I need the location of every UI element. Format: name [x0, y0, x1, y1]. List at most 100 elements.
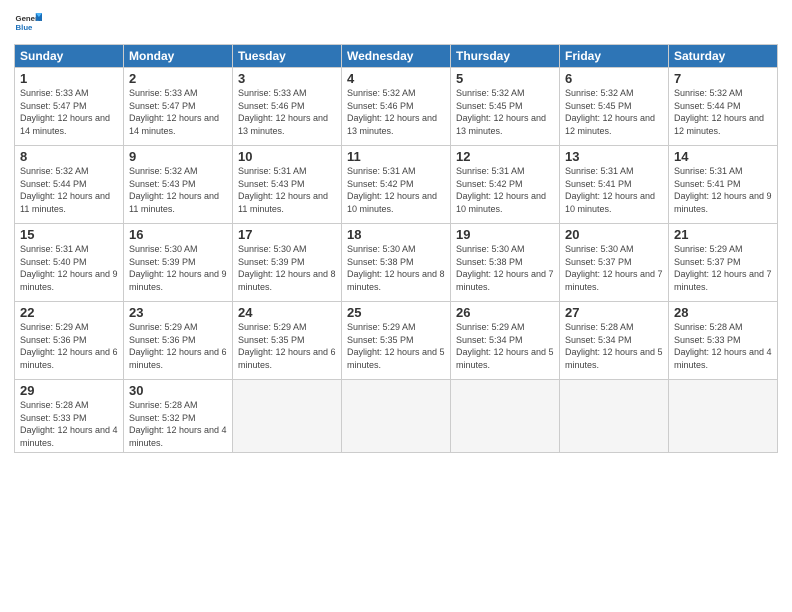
calendar-cell [669, 380, 778, 453]
calendar-cell: 11Sunrise: 5:31 AMSunset: 5:42 PMDayligh… [342, 146, 451, 224]
calendar-week-row: 1Sunrise: 5:33 AMSunset: 5:47 PMDaylight… [15, 68, 778, 146]
day-number: 9 [129, 149, 227, 164]
day-info: Sunrise: 5:31 AMSunset: 5:42 PMDaylight:… [347, 165, 445, 215]
calendar-cell: 20Sunrise: 5:30 AMSunset: 5:37 PMDayligh… [560, 224, 669, 302]
day-number: 21 [674, 227, 772, 242]
calendar-cell: 2Sunrise: 5:33 AMSunset: 5:47 PMDaylight… [124, 68, 233, 146]
day-number: 27 [565, 305, 663, 320]
day-info: Sunrise: 5:32 AMSunset: 5:45 PMDaylight:… [456, 87, 554, 137]
calendar-week-row: 29Sunrise: 5:28 AMSunset: 5:33 PMDayligh… [15, 380, 778, 453]
header: General Blue [14, 10, 778, 38]
day-number: 2 [129, 71, 227, 86]
logo-icon: General Blue [14, 10, 42, 38]
day-number: 18 [347, 227, 445, 242]
day-number: 14 [674, 149, 772, 164]
header-friday: Friday [560, 45, 669, 68]
day-info: Sunrise: 5:31 AMSunset: 5:41 PMDaylight:… [674, 165, 772, 215]
day-info: Sunrise: 5:28 AMSunset: 5:32 PMDaylight:… [129, 399, 227, 449]
calendar-cell: 7Sunrise: 5:32 AMSunset: 5:44 PMDaylight… [669, 68, 778, 146]
day-info: Sunrise: 5:31 AMSunset: 5:43 PMDaylight:… [238, 165, 336, 215]
calendar-cell: 27Sunrise: 5:28 AMSunset: 5:34 PMDayligh… [560, 302, 669, 380]
calendar-cell [342, 380, 451, 453]
calendar-cell: 23Sunrise: 5:29 AMSunset: 5:36 PMDayligh… [124, 302, 233, 380]
day-number: 16 [129, 227, 227, 242]
calendar-cell [560, 380, 669, 453]
logo: General Blue [14, 10, 42, 38]
day-number: 7 [674, 71, 772, 86]
day-info: Sunrise: 5:31 AMSunset: 5:42 PMDaylight:… [456, 165, 554, 215]
calendar-week-row: 15Sunrise: 5:31 AMSunset: 5:40 PMDayligh… [15, 224, 778, 302]
day-info: Sunrise: 5:30 AMSunset: 5:39 PMDaylight:… [238, 243, 336, 293]
day-info: Sunrise: 5:33 AMSunset: 5:46 PMDaylight:… [238, 87, 336, 137]
day-number: 15 [20, 227, 118, 242]
day-info: Sunrise: 5:29 AMSunset: 5:37 PMDaylight:… [674, 243, 772, 293]
calendar-cell: 19Sunrise: 5:30 AMSunset: 5:38 PMDayligh… [451, 224, 560, 302]
calendar-cell: 3Sunrise: 5:33 AMSunset: 5:46 PMDaylight… [233, 68, 342, 146]
day-info: Sunrise: 5:29 AMSunset: 5:35 PMDaylight:… [238, 321, 336, 371]
calendar-cell: 12Sunrise: 5:31 AMSunset: 5:42 PMDayligh… [451, 146, 560, 224]
day-number: 30 [129, 383, 227, 398]
calendar-cell: 14Sunrise: 5:31 AMSunset: 5:41 PMDayligh… [669, 146, 778, 224]
day-info: Sunrise: 5:30 AMSunset: 5:38 PMDaylight:… [456, 243, 554, 293]
day-info: Sunrise: 5:30 AMSunset: 5:37 PMDaylight:… [565, 243, 663, 293]
day-number: 4 [347, 71, 445, 86]
calendar-cell: 5Sunrise: 5:32 AMSunset: 5:45 PMDaylight… [451, 68, 560, 146]
day-number: 20 [565, 227, 663, 242]
day-info: Sunrise: 5:32 AMSunset: 5:44 PMDaylight:… [20, 165, 118, 215]
calendar-cell: 21Sunrise: 5:29 AMSunset: 5:37 PMDayligh… [669, 224, 778, 302]
calendar-cell: 8Sunrise: 5:32 AMSunset: 5:44 PMDaylight… [15, 146, 124, 224]
header-tuesday: Tuesday [233, 45, 342, 68]
day-info: Sunrise: 5:29 AMSunset: 5:36 PMDaylight:… [129, 321, 227, 371]
day-info: Sunrise: 5:32 AMSunset: 5:45 PMDaylight:… [565, 87, 663, 137]
day-number: 6 [565, 71, 663, 86]
day-info: Sunrise: 5:30 AMSunset: 5:38 PMDaylight:… [347, 243, 445, 293]
calendar-cell: 28Sunrise: 5:28 AMSunset: 5:33 PMDayligh… [669, 302, 778, 380]
calendar-table: SundayMondayTuesdayWednesdayThursdayFrid… [14, 44, 778, 453]
calendar-cell: 29Sunrise: 5:28 AMSunset: 5:33 PMDayligh… [15, 380, 124, 453]
day-info: Sunrise: 5:29 AMSunset: 5:34 PMDaylight:… [456, 321, 554, 371]
day-info: Sunrise: 5:33 AMSunset: 5:47 PMDaylight:… [20, 87, 118, 137]
calendar-cell: 10Sunrise: 5:31 AMSunset: 5:43 PMDayligh… [233, 146, 342, 224]
day-info: Sunrise: 5:31 AMSunset: 5:41 PMDaylight:… [565, 165, 663, 215]
day-info: Sunrise: 5:33 AMSunset: 5:47 PMDaylight:… [129, 87, 227, 137]
calendar-cell: 9Sunrise: 5:32 AMSunset: 5:43 PMDaylight… [124, 146, 233, 224]
day-number: 17 [238, 227, 336, 242]
day-info: Sunrise: 5:29 AMSunset: 5:36 PMDaylight:… [20, 321, 118, 371]
day-info: Sunrise: 5:32 AMSunset: 5:43 PMDaylight:… [129, 165, 227, 215]
calendar-cell: 1Sunrise: 5:33 AMSunset: 5:47 PMDaylight… [15, 68, 124, 146]
day-info: Sunrise: 5:32 AMSunset: 5:46 PMDaylight:… [347, 87, 445, 137]
calendar-cell: 17Sunrise: 5:30 AMSunset: 5:39 PMDayligh… [233, 224, 342, 302]
calendar-cell: 13Sunrise: 5:31 AMSunset: 5:41 PMDayligh… [560, 146, 669, 224]
header-saturday: Saturday [669, 45, 778, 68]
day-info: Sunrise: 5:29 AMSunset: 5:35 PMDaylight:… [347, 321, 445, 371]
calendar-header-row: SundayMondayTuesdayWednesdayThursdayFrid… [15, 45, 778, 68]
calendar-cell: 16Sunrise: 5:30 AMSunset: 5:39 PMDayligh… [124, 224, 233, 302]
day-number: 11 [347, 149, 445, 164]
calendar-cell: 15Sunrise: 5:31 AMSunset: 5:40 PMDayligh… [15, 224, 124, 302]
calendar-cell [233, 380, 342, 453]
day-number: 10 [238, 149, 336, 164]
calendar-cell: 4Sunrise: 5:32 AMSunset: 5:46 PMDaylight… [342, 68, 451, 146]
day-number: 13 [565, 149, 663, 164]
calendar-cell: 22Sunrise: 5:29 AMSunset: 5:36 PMDayligh… [15, 302, 124, 380]
header-monday: Monday [124, 45, 233, 68]
calendar-cell: 18Sunrise: 5:30 AMSunset: 5:38 PMDayligh… [342, 224, 451, 302]
day-number: 8 [20, 149, 118, 164]
calendar-cell: 30Sunrise: 5:28 AMSunset: 5:32 PMDayligh… [124, 380, 233, 453]
header-wednesday: Wednesday [342, 45, 451, 68]
header-thursday: Thursday [451, 45, 560, 68]
day-number: 28 [674, 305, 772, 320]
day-info: Sunrise: 5:32 AMSunset: 5:44 PMDaylight:… [674, 87, 772, 137]
calendar-cell: 26Sunrise: 5:29 AMSunset: 5:34 PMDayligh… [451, 302, 560, 380]
day-number: 5 [456, 71, 554, 86]
day-info: Sunrise: 5:30 AMSunset: 5:39 PMDaylight:… [129, 243, 227, 293]
day-info: Sunrise: 5:28 AMSunset: 5:33 PMDaylight:… [20, 399, 118, 449]
calendar-cell: 6Sunrise: 5:32 AMSunset: 5:45 PMDaylight… [560, 68, 669, 146]
calendar-cell [451, 380, 560, 453]
day-number: 25 [347, 305, 445, 320]
day-number: 19 [456, 227, 554, 242]
svg-text:Blue: Blue [16, 23, 34, 32]
day-number: 26 [456, 305, 554, 320]
calendar-week-row: 22Sunrise: 5:29 AMSunset: 5:36 PMDayligh… [15, 302, 778, 380]
day-number: 12 [456, 149, 554, 164]
